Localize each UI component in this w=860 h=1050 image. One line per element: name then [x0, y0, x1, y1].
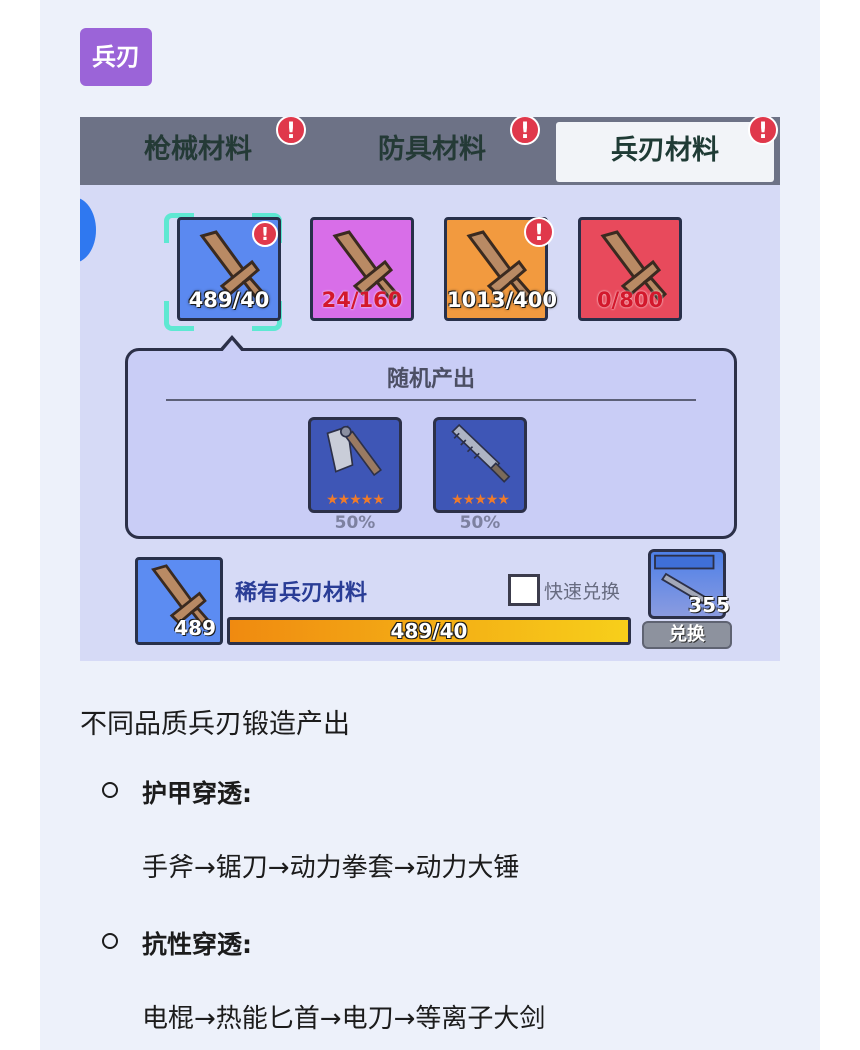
quick-exchange-checkbox[interactable]: [508, 574, 540, 606]
game-screenshot: 枪械材料 ! 防具材料 ! 兵刃材料 ! 489/40 ! 24/160 101…: [80, 117, 780, 661]
divider: [166, 399, 696, 401]
upgrade-chain: 手斧→锯刀→动力拳套→动力大锤: [142, 853, 520, 883]
category-tag: 兵刃: [80, 28, 152, 86]
tab-firearm-materials[interactable]: 枪械材料: [128, 117, 268, 185]
article-container: 兵刃 枪械材料 ! 防具材料 ! 兵刃材料 ! 489/40 ! 24/160 …: [40, 0, 820, 1050]
material-mythic[interactable]: 0/800: [578, 217, 682, 321]
progress-text: 489/40: [390, 619, 468, 643]
material-count: 0/800: [596, 288, 664, 312]
random-output-popup: 随机产出 ★★★★★ 50% ★★★★★ 50%: [125, 335, 737, 539]
bullet-icon: [102, 782, 118, 798]
drop-rate: 50%: [334, 513, 376, 533]
drop-rate: 50%: [459, 513, 501, 533]
upgrade-chain: 电棍→热能匕首→电刀→等离子大剑: [142, 1004, 546, 1034]
output-item[interactable]: ★★★★★: [433, 417, 527, 513]
material-progress-bar: 489/40: [227, 617, 631, 645]
alert-icon: !: [510, 117, 540, 145]
material-tabs: 枪械材料 ! 防具材料 ! 兵刃材料 !: [80, 117, 780, 185]
material-epic[interactable]: 24/160: [310, 217, 414, 321]
alert-icon: !: [276, 117, 306, 145]
material-name: 稀有兵刃材料: [235, 581, 368, 606]
section-title: 护甲穿透:: [142, 779, 253, 808]
section-title: 抗性穿透:: [142, 930, 253, 959]
selected-material-icon: 489: [135, 557, 223, 645]
tab-armor-materials[interactable]: 防具材料: [362, 117, 502, 185]
side-bubble[interactable]: [80, 197, 96, 263]
axe-icon: [326, 425, 382, 477]
saw-blade-icon: [451, 423, 511, 483]
exchange-count: 355: [688, 593, 730, 617]
alert-icon: !: [524, 217, 554, 247]
material-count: 489: [174, 616, 216, 640]
tab-blade-materials[interactable]: 兵刃材料: [556, 122, 774, 182]
exchange-button[interactable]: 355 兑换: [642, 547, 732, 651]
exchange-label: 兑换: [642, 621, 732, 649]
alert-icon: !: [252, 221, 278, 247]
star-rating: ★★★★★: [326, 492, 385, 508]
popup-title: 随机产出: [386, 367, 475, 392]
description-text: 不同品质兵刃锻造产出: [80, 709, 350, 740]
material-count: 1013/400: [447, 288, 557, 312]
bullet-icon: [102, 933, 118, 949]
material-count: 489/40: [188, 288, 270, 312]
star-rating: ★★★★★: [451, 492, 510, 508]
output-item[interactable]: ★★★★★: [308, 417, 402, 513]
quick-exchange-label: 快速兑换: [544, 581, 621, 603]
material-count: 24/160: [321, 288, 403, 312]
